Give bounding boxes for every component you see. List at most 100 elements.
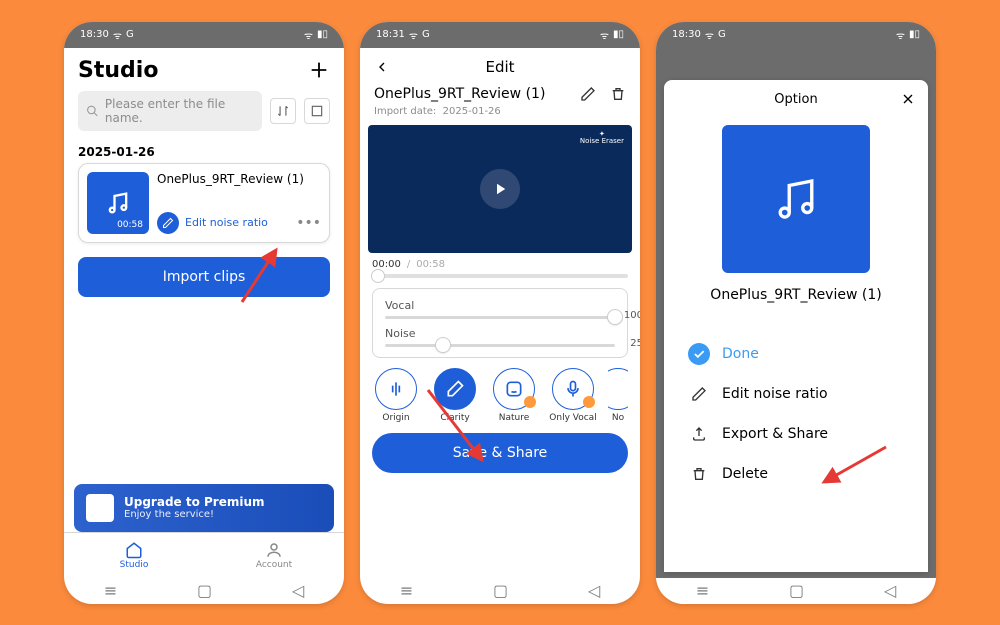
adjustment-panel: Vocal 100 Noise 25 (372, 288, 628, 358)
mic-icon (563, 379, 583, 399)
sheet-title: Option (774, 92, 817, 107)
noise-label: Noise (385, 327, 615, 340)
battery-icon: ▮▯ (317, 29, 328, 40)
phone-edit: 18:31ᯤG ᯤ▮▯ Edit OnePlus_9RT_Review (1) … (360, 22, 640, 604)
wifi-icon: ᯤ (896, 28, 905, 42)
trash-icon (688, 463, 710, 485)
option-done[interactable]: Done (688, 343, 904, 365)
option-delete[interactable]: Delete (688, 463, 904, 485)
noise-eraser-logo: ✦Noise Eraser (580, 131, 624, 146)
nav-home-icon[interactable]: ▢ (493, 581, 508, 600)
mode-label: Only Vocal (549, 413, 596, 423)
phone-studio: 18:30ᯤG ᯤ▮▯ Studio Please enter the file… (64, 22, 344, 604)
option-edit-noise[interactable]: Edit noise ratio (688, 383, 904, 405)
mode-label: No (612, 413, 624, 423)
play-button[interactable] (480, 169, 520, 209)
nav-back-icon[interactable]: ◁ (884, 581, 896, 600)
sort-button[interactable] (270, 98, 296, 124)
export-icon (688, 423, 710, 445)
status-bar: 18:30ᯤG ᯤ▮▯ (656, 22, 936, 48)
mode-label: Nature (499, 413, 530, 423)
add-button[interactable] (308, 59, 330, 81)
premium-badge (524, 396, 536, 408)
status-net-icon: ᯤ (705, 28, 714, 42)
rename-button[interactable] (580, 86, 596, 102)
option-label: Done (722, 346, 759, 362)
nav-back-icon[interactable]: ◁ (292, 581, 304, 600)
time-display: 00:00/00:58 (360, 253, 640, 270)
import-date: Import date: 2025-01-26 (360, 106, 640, 125)
android-nav-bar: ≡ ▢ ◁ (64, 578, 344, 604)
nav-back-icon[interactable]: ◁ (588, 581, 600, 600)
vocal-slider[interactable]: 100 (385, 316, 615, 319)
import-clips-button[interactable]: Import clips (78, 257, 330, 297)
noise-slider[interactable]: 25 (385, 344, 615, 347)
vocal-label: Vocal (385, 299, 615, 312)
noise-value: 25 (630, 338, 640, 349)
pencil-icon (688, 383, 710, 405)
status-carrier: G (422, 29, 430, 40)
premium-subtitle: Enjoy the service! (124, 509, 265, 520)
video-player[interactable]: ✦Noise Eraser (368, 125, 632, 253)
battery-icon: ▮▯ (613, 29, 624, 40)
nav-home-icon[interactable]: ▢ (197, 581, 212, 600)
option-export-share[interactable]: Export & Share (688, 423, 904, 445)
premium-badge (583, 396, 595, 408)
check-icon (688, 343, 710, 365)
audio-thumbnail: 00:58 (87, 172, 149, 234)
music-note-icon (769, 172, 823, 226)
more-button[interactable]: ••• (296, 215, 321, 231)
time-current: 00:00 (372, 259, 401, 270)
delete-button[interactable] (610, 86, 626, 102)
search-input[interactable]: Please enter the file name. (78, 91, 262, 131)
option-label: Delete (722, 466, 768, 482)
premium-icon (86, 494, 114, 522)
vocal-value: 100 (624, 310, 640, 321)
edit-noise-button[interactable] (157, 212, 179, 234)
nav-recent-icon[interactable]: ≡ (400, 581, 413, 600)
page-title: Studio (78, 58, 158, 83)
mode-origin[interactable]: Origin (372, 368, 420, 423)
audio-thumbnail-large (722, 125, 870, 273)
tab-studio[interactable]: Studio (64, 533, 204, 578)
close-button[interactable] (900, 91, 916, 107)
smile-icon (504, 379, 524, 399)
search-placeholder: Please enter the file name. (105, 97, 254, 125)
select-button[interactable] (304, 98, 330, 124)
tab-account[interactable]: Account (204, 533, 344, 578)
user-icon (265, 541, 283, 559)
status-carrier: G (718, 29, 726, 40)
audio-card[interactable]: 00:58 OnePlus_9RT_Review (1) Edit noise … (78, 163, 330, 243)
status-time: 18:30 (672, 29, 701, 40)
back-button[interactable] (374, 59, 390, 75)
nav-recent-icon[interactable]: ≡ (696, 581, 709, 600)
mode-label: Clarity (440, 413, 469, 423)
nav-home-icon[interactable]: ▢ (789, 581, 804, 600)
tab-studio-label: Studio (120, 560, 149, 570)
mode-clarity[interactable]: Clarity (431, 368, 479, 423)
mode-nature[interactable]: Nature (490, 368, 538, 423)
status-bar: 18:31ᯤG ᯤ▮▯ (360, 22, 640, 48)
eraser-icon (445, 379, 465, 399)
status-time: 18:30 (80, 29, 109, 40)
wifi-icon: ᯤ (600, 28, 609, 42)
premium-title: Upgrade to Premium (124, 495, 265, 509)
filename: OnePlus_9RT_Review (1) (157, 172, 321, 186)
seek-slider[interactable] (372, 274, 628, 278)
search-icon (86, 104, 99, 118)
phone-option-sheet: 18:30ᯤG ᯤ▮▯ Option OnePlus_9RT_Review (1… (656, 22, 936, 604)
status-net-icon: ᯤ (409, 28, 418, 42)
home-icon (125, 541, 143, 559)
waveform-icon (386, 379, 406, 399)
save-share-button[interactable]: Save & Share (372, 433, 628, 473)
time-total: 00:58 (416, 259, 445, 270)
mode-label: Origin (382, 413, 409, 423)
mode-only-vocal[interactable]: Only Vocal (549, 368, 597, 423)
nav-recent-icon[interactable]: ≡ (104, 581, 117, 600)
android-nav-bar: ≡ ▢ ◁ (360, 578, 640, 604)
mode-no[interactable]: No (608, 368, 628, 423)
status-carrier: G (126, 29, 134, 40)
wifi-icon: ᯤ (304, 28, 313, 42)
edit-noise-label[interactable]: Edit noise ratio (185, 216, 268, 229)
premium-banner[interactable]: Upgrade to Premium Enjoy the service! (74, 484, 334, 532)
